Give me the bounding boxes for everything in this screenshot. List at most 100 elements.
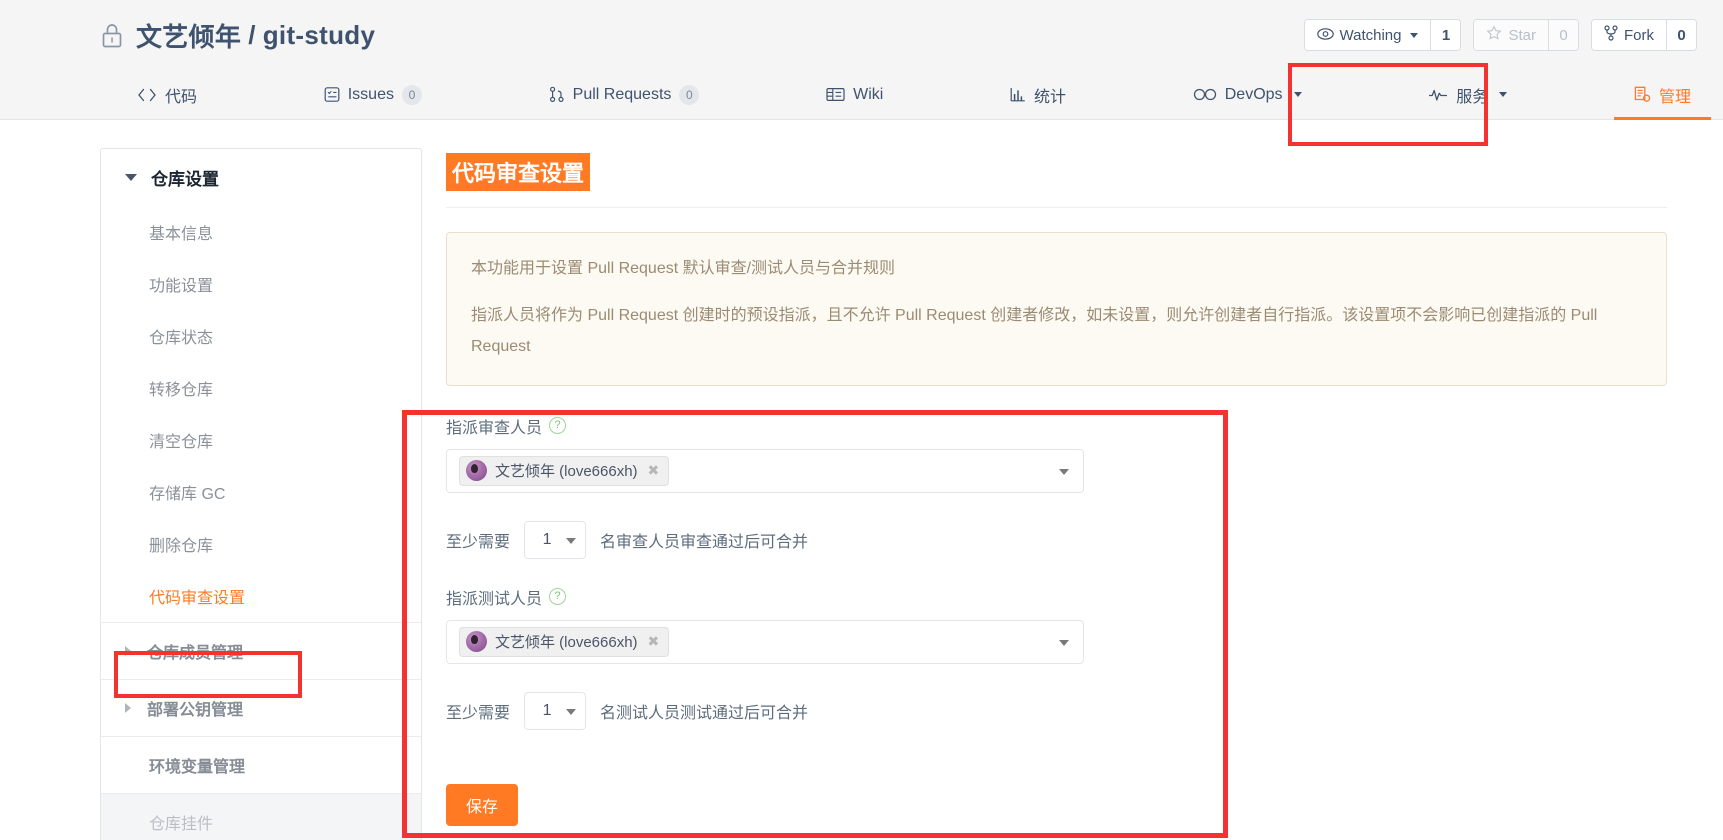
watching-button-group[interactable]: Watching 1 [1303,19,1462,51]
watching-count: 1 [1430,20,1461,50]
fork-icon [1604,25,1618,45]
code-icon [137,88,157,102]
tester-field-label: 指派测试人员 ? [446,585,1667,609]
sidebar-item-label: 部署公钥管理 [147,702,244,719]
sidebar-item-env-variable-management[interactable]: 环境变量管理 [101,736,421,793]
sidebar-group-repo-settings[interactable]: 仓库设置 [101,149,421,206]
header-actions: Watching 1 Star 0 Fork 0 [1303,19,1697,51]
settings-sidebar: 仓库设置 基本信息 功能设置 仓库状态 转移仓库 清空仓库 存储库 GC 删除仓… [100,148,422,840]
reviewer-count-suffix: 名审查人员审查通过后可合并 [600,533,809,551]
chevron-down-icon [1499,92,1508,97]
star-label: Star [1508,26,1536,44]
repo-name[interactable]: git-study [263,20,375,51]
close-icon[interactable]: ✖ [648,633,660,650]
notice-line-2: 指派人员将作为 Pull Request 创建时的预设指派，且不允许 Pull … [471,307,1598,356]
pulse-icon [1428,88,1448,101]
tab-devops[interactable]: DevOps [1181,70,1314,119]
reviewer-chip[interactable]: 文艺倾年 (love666xh) ✖ [459,455,670,486]
question-icon[interactable]: ? [549,417,567,435]
repo-nav: 代码 Issues 0 Pull Requests 0 Wiki 统计 DevO… [0,70,1723,120]
reviewer-select[interactable]: 文艺倾年 (love666xh) ✖ [446,448,1084,493]
manage-icon [1634,86,1651,103]
fork-button-group[interactable]: Fork 0 [1591,19,1697,51]
fork-button[interactable]: Fork [1592,20,1666,50]
chevron-right-icon [125,646,131,656]
question-icon[interactable]: ? [549,588,567,606]
tab-services[interactable]: 服务 [1416,70,1519,119]
tab-code[interactable]: 代码 [125,70,209,119]
chevron-down-icon [1293,92,1302,97]
repo-separator: / [248,19,256,50]
repo-header: 文艺倾年 / git-study Watching 1 Star 0 Fork … [0,0,1723,70]
sidebar-item-member-management[interactable]: 仓库成员管理 [101,622,421,679]
sidebar-item-feature-settings[interactable]: 功能设置 [101,258,421,310]
chevron-down-icon [566,708,577,715]
sidebar-item-transfer-repo[interactable]: 转移仓库 [101,362,421,414]
user-avatar [466,631,487,653]
tab-wiki[interactable]: Wiki [814,70,895,119]
tester-chip-label: 文艺倾年 (love666xh) [495,634,638,652]
chevron-down-icon[interactable] [1059,639,1069,646]
tester-count-prefix: 至少需要 [446,704,511,722]
pull-request-icon [549,86,565,103]
user-avatar [466,460,487,482]
tab-services-label: 服务 [1456,88,1489,106]
repo-owner[interactable]: 文艺倾年 [136,17,241,54]
reviewer-count-prefix: 至少需要 [446,533,511,551]
infinity-icon [1193,88,1217,101]
code-review-form: 指派审查人员 ? 文艺倾年 (love666xh) ✖ 至少需要 1 名审查人员… [446,414,1667,826]
close-icon[interactable]: ✖ [648,462,660,479]
tab-wiki-label: Wiki [853,85,884,103]
sidebar-item-repo-status[interactable]: 仓库状态 [101,310,421,362]
tab-issues-label: Issues [347,85,394,103]
chevron-down-icon [125,174,137,181]
sidebar-item-repo-widget[interactable]: 仓库挂件 [101,793,421,840]
reviewer-chip-label: 文艺倾年 (love666xh) [495,463,638,481]
tester-chip[interactable]: 文艺倾年 (love666xh) ✖ [459,626,670,657]
issue-icon [324,86,340,103]
star-count: 0 [1548,20,1578,50]
reviewer-label-text: 指派审查人员 [446,419,543,437]
tab-code-label: 代码 [165,88,198,106]
tester-select[interactable]: 文艺倾年 (love666xh) ✖ [446,619,1084,664]
star-button-group[interactable]: Star 0 [1473,19,1579,51]
sidebar-item-delete-repo[interactable]: 删除仓库 [101,518,421,570]
reviewer-count-row: 至少需要 1 名审查人员审查通过后可合并 [446,520,1667,559]
tab-issues[interactable]: Issues 0 [312,70,434,119]
save-button[interactable]: 保存 [446,783,519,826]
chevron-down-icon [1410,32,1419,38]
main-content: 代码审查设置 本功能用于设置 Pull Request 默认审查/测试人员与合并… [422,148,1723,840]
star-button[interactable]: Star [1474,20,1548,50]
chevron-right-icon [125,703,131,713]
tester-count-value: 1 [542,701,552,719]
tab-statistics-label: 统计 [1034,88,1067,106]
repo-title: 文艺倾年 / git-study [100,17,375,54]
tester-count-select[interactable]: 1 [524,691,587,730]
wiki-icon [826,87,845,102]
tab-statistics[interactable]: 统计 [998,70,1078,119]
tester-count-suffix: 名测试人员测试通过后可合并 [600,704,809,722]
tab-manage-label: 管理 [1658,88,1691,106]
tab-manage[interactable]: 管理 [1613,70,1711,120]
chevron-down-icon[interactable] [1059,468,1069,475]
reviewer-count-select[interactable]: 1 [524,520,587,559]
tab-pull-requests[interactable]: Pull Requests 0 [537,70,712,119]
page-body: 仓库设置 基本信息 功能设置 仓库状态 转移仓库 清空仓库 存储库 GC 删除仓… [0,120,1723,840]
watching-button[interactable]: Watching [1304,20,1431,50]
sidebar-item-basic-info[interactable]: 基本信息 [101,206,421,258]
sidebar-item-clear-repo[interactable]: 清空仓库 [101,414,421,466]
sidebar-group-label: 仓库设置 [151,170,219,189]
sidebar-item-deploy-key-management[interactable]: 部署公钥管理 [101,679,421,736]
chevron-down-icon [566,537,577,544]
fork-count: 0 [1666,20,1696,50]
sidebar-item-label: 仓库成员管理 [147,645,244,662]
sidebar-item-storage-gc[interactable]: 存储库 GC [101,466,421,518]
chart-icon [1010,87,1026,102]
sidebar-item-code-review-settings[interactable]: 代码审查设置 [101,570,421,622]
issues-count-badge: 0 [401,84,422,105]
title-divider [446,207,1667,208]
star-icon [1486,25,1502,45]
